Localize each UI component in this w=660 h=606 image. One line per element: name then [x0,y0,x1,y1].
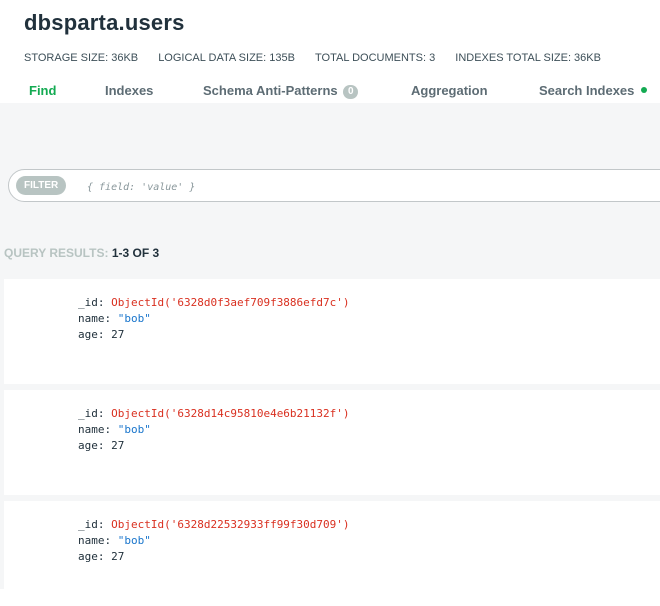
field-key: _id: [78,296,105,309]
field-key: _id: [78,518,105,531]
field-key: age: [78,550,105,563]
total-documents-stat: TOTAL DOCUMENTS: 3 [315,52,436,64]
number-value: 27 [111,328,125,341]
indexes-total-size-stat: INDEXES TOTAL SIZE: 36KB [455,52,601,64]
string-value: "bob" [117,423,151,436]
query-results: QUERY RESULTS: 1-3 OF 3 _id: ObjectId('6… [0,213,660,606]
filter-input[interactable] [85,176,649,198]
field-key: name: [78,534,112,547]
query-results-label: QUERY RESULTS: 1-3 OF 3 [4,246,159,260]
document-card[interactable]: _id: ObjectId('6328d14c95810e4e6b21132f'… [4,390,660,495]
collection-header: dbsparta.users STORAGE SIZE: 36KB LOGICA… [0,0,660,103]
storage-size-stat: STORAGE SIZE: 36KB [24,52,139,64]
collection-title: dbsparta.users [24,10,185,35]
number-value: 27 [111,550,125,563]
document-card[interactable]: _id: ObjectId('6328d22532933ff99f30d709'… [4,501,660,606]
string-value: "bob" [117,312,151,325]
tab-find[interactable]: Find [29,83,56,98]
object-id-value: ObjectId('6328d22532933ff99f30d709') [111,518,350,531]
number-value: 27 [111,439,125,452]
field-key: name: [78,423,112,436]
query-toolbar: FILTER [0,103,660,214]
tab-aggregation-label: Aggregation [411,83,488,98]
field-key: name: [78,312,112,325]
field-key: age: [78,328,105,341]
tab-indexes[interactable]: Indexes [105,83,153,98]
anti-patterns-count-badge: 0 [343,85,359,99]
logical-data-size-stat: LOGICAL DATA SIZE: 135B [158,52,295,64]
tab-find-label: Find [29,83,57,98]
object-id-value: ObjectId('6328d0f3aef709f3886efd7c') [111,296,350,309]
query-results-count: 1-3 OF 3 [111,246,160,260]
filter-label: FILTER [16,176,67,195]
document-card[interactable]: _id: ObjectId('6328d0f3aef709f3886efd7c'… [4,279,660,384]
collection-tabs: Find Indexes Schema Anti-Patterns 0 Aggr… [0,82,660,103]
collection-stats: STORAGE SIZE: 36KB LOGICAL DATA SIZE: 13… [24,52,618,64]
status-dot-icon [641,87,648,93]
query-results-prefix: QUERY RESULTS: [4,246,109,260]
object-id-value: ObjectId('6328d14c95810e4e6b21132f') [111,407,350,420]
filter-bar: FILTER [8,169,660,202]
tab-schema-anti-patterns[interactable]: Schema Anti-Patterns 0 [203,83,359,99]
string-value: "bob" [117,534,151,547]
tab-schema-anti-patterns-label: Schema Anti-Patterns [203,83,338,98]
field-key: age: [78,439,105,452]
tab-aggregation[interactable]: Aggregation [411,83,488,98]
tab-search-indexes-label: Search Indexes [539,83,635,98]
field-key: _id: [78,407,105,420]
tab-indexes-label: Indexes [105,83,154,98]
tab-search-indexes[interactable]: Search Indexes [539,83,648,98]
